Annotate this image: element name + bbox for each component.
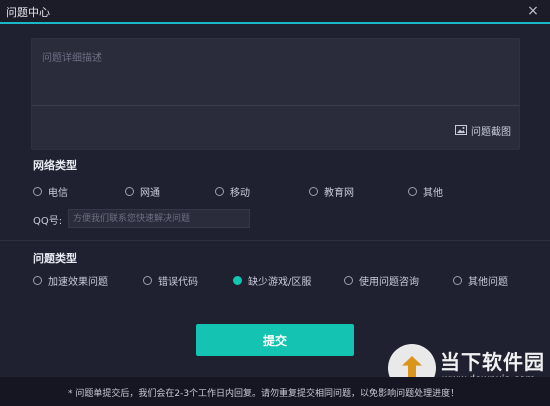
window-title: 问题中心: [6, 6, 50, 19]
problem-option-label: 加速效果问题: [48, 276, 108, 288]
radio-button-icon[interactable]: [215, 186, 224, 196]
footer: * 问题单提交后，我们会在2-3个工作日内回复。请勿重复提交相同问题，以免影响问…: [0, 377, 550, 406]
radio-button-icon[interactable]: [33, 186, 42, 196]
problem-option[interactable]: 错误代码: [143, 273, 198, 288]
problem-option[interactable]: 加速效果问题: [33, 273, 108, 288]
network-option[interactable]: 其他: [408, 184, 443, 199]
network-option[interactable]: 电信: [33, 184, 68, 199]
network-option[interactable]: 网通: [125, 184, 160, 199]
close-icon[interactable]: ×: [524, 2, 542, 20]
qq-label: QQ号:: [33, 216, 63, 227]
radio-button-icon[interactable]: [143, 275, 152, 285]
submit-button[interactable]: 提交: [196, 324, 354, 356]
radio-button-icon[interactable]: [408, 186, 417, 196]
network-option-label: 教育网: [324, 187, 354, 199]
description-divider: [32, 105, 519, 106]
screenshot-button[interactable]: 问题截图: [455, 123, 511, 138]
problem-option-label: 错误代码: [158, 276, 198, 288]
qq-input[interactable]: [68, 209, 250, 228]
network-option-label: 其他: [423, 187, 443, 199]
problem-option[interactable]: 缺少游戏/区服: [233, 273, 312, 288]
footer-notice: * 问题单提交后，我们会在2-3个工作日内回复。请勿重复提交相同问题，以免影响问…: [68, 389, 460, 399]
image-icon: [455, 125, 467, 135]
radio-button-icon[interactable]: [453, 275, 462, 285]
network-type-title: 网络类型: [33, 159, 77, 172]
problem-option-label: 其他问题: [468, 276, 508, 288]
network-options: 电信 网通 移动 教育网 其他: [33, 184, 533, 199]
network-option-label: 电信: [48, 187, 68, 199]
radio-button-icon[interactable]: [33, 275, 42, 285]
screenshot-label: 问题截图: [471, 126, 511, 138]
radio-button-icon[interactable]: [309, 186, 318, 196]
network-option-label: 网通: [140, 187, 160, 199]
section-divider: [0, 240, 550, 241]
title-bar: 问题中心 ×: [0, 0, 550, 24]
problem-option[interactable]: 使用问题咨询: [344, 273, 419, 288]
watermark-name: 当下软件园: [440, 350, 545, 374]
description-input[interactable]: [40, 47, 514, 109]
radio-button-icon[interactable]: [233, 275, 242, 285]
problem-option-label: 使用问题咨询: [359, 276, 419, 288]
network-option[interactable]: 移动: [215, 184, 250, 199]
description-box: 问题截图: [31, 38, 520, 150]
radio-button-icon[interactable]: [344, 275, 353, 285]
network-option[interactable]: 教育网: [309, 184, 354, 199]
problem-option-label: 缺少游戏/区服: [248, 276, 312, 288]
problem-option[interactable]: 其他问题: [453, 273, 508, 288]
problem-type-title: 问题类型: [33, 252, 77, 265]
network-option-label: 移动: [230, 187, 250, 199]
problem-options: 加速效果问题 错误代码 缺少游戏/区服 使用问题咨询 其他问题: [33, 273, 533, 288]
radio-button-icon[interactable]: [125, 186, 134, 196]
